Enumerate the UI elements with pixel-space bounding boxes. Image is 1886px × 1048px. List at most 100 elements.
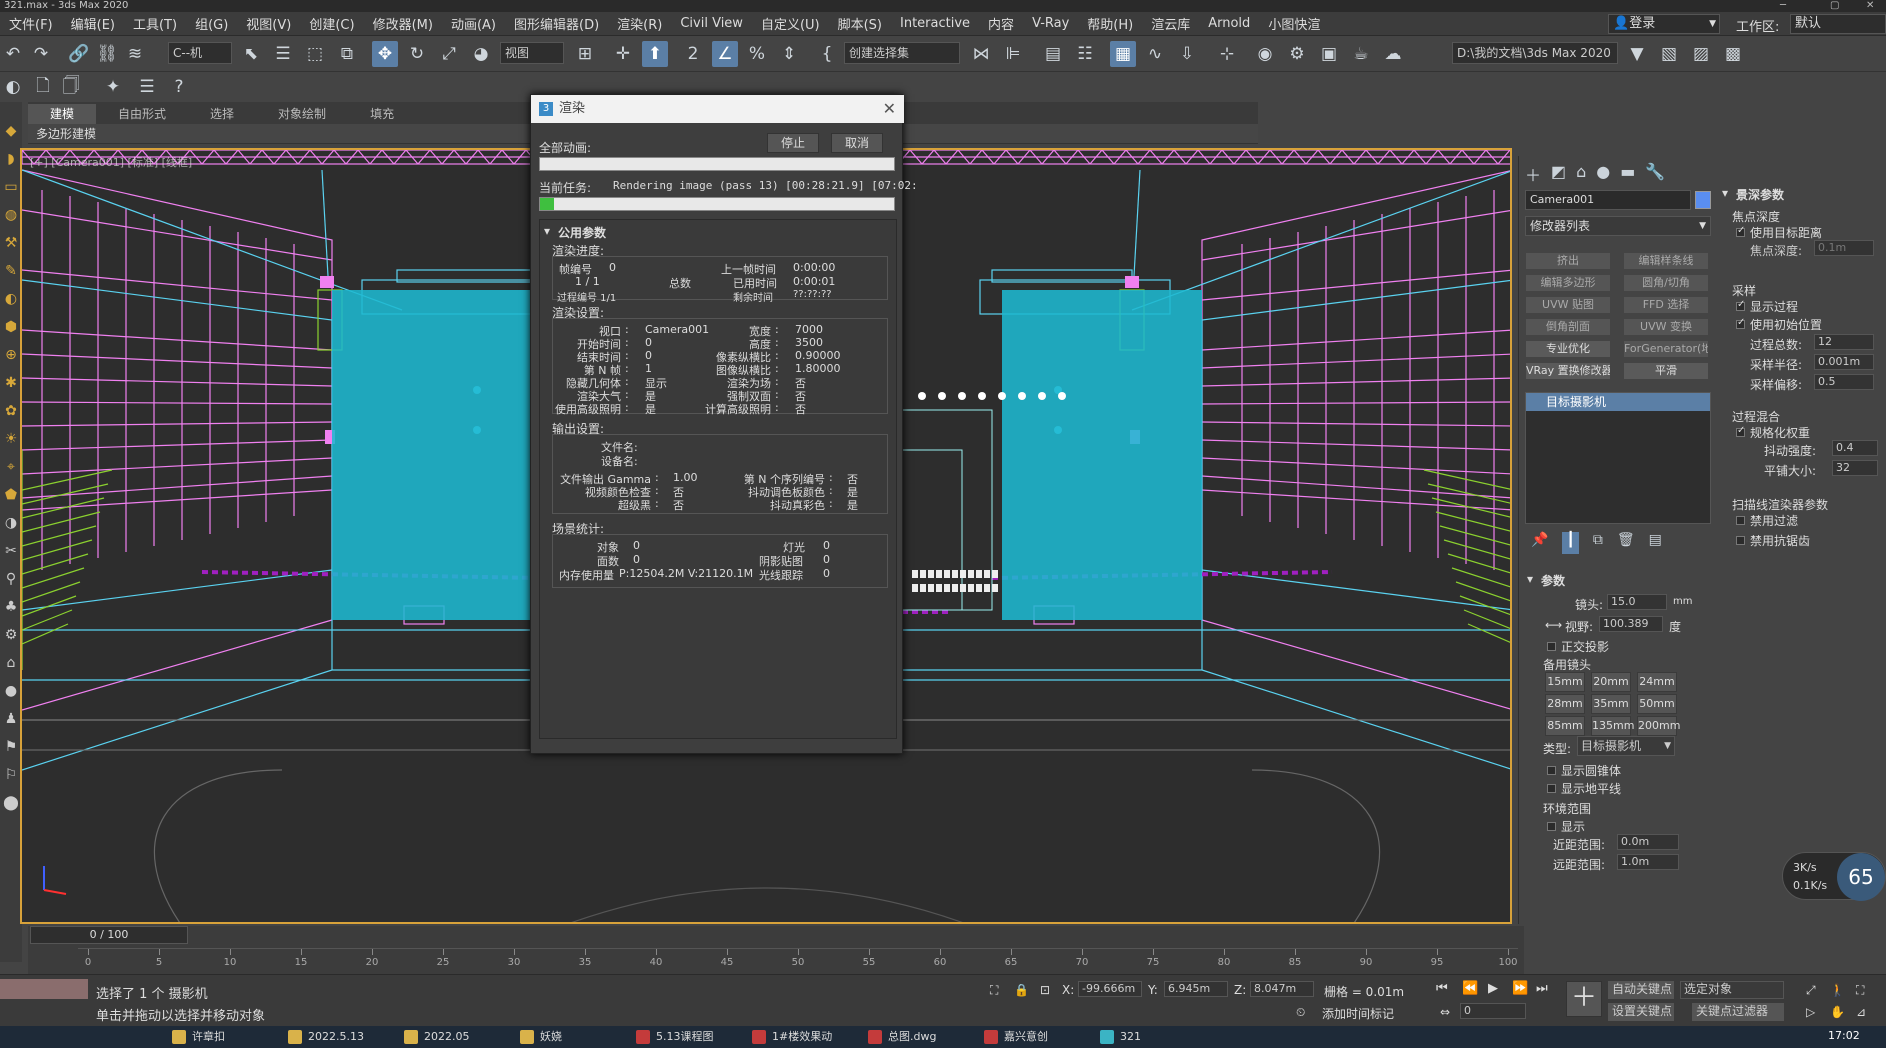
stock-lens-4[interactable]: 35mm <box>1591 694 1631 714</box>
dof-title[interactable]: 景深参数 <box>1736 186 1784 203</box>
file-a-icon[interactable]: 🗋 <box>30 74 56 100</box>
project-recent-icon[interactable]: ▨ <box>1688 41 1714 67</box>
render-frame-icon[interactable]: ▣ <box>1316 41 1342 67</box>
menu-item-17[interactable]: 渲云库 <box>1142 14 1199 33</box>
project-set-icon[interactable]: ▧ <box>1656 41 1682 67</box>
configure-icon[interactable]: ▤ <box>1649 532 1662 554</box>
pan-icon[interactable]: ✋ <box>1830 1005 1845 1019</box>
material-editor-icon[interactable]: ◉ <box>1252 41 1278 67</box>
stock-lens-0[interactable]: 15mm <box>1545 672 1585 692</box>
ribbon-toggle-icon[interactable]: ▦ <box>1110 41 1136 67</box>
ribbon-tab-1[interactable]: 自由形式 <box>96 104 188 124</box>
menu-item-4[interactable]: 视图(V) <box>237 14 300 33</box>
stock-lens-6[interactable]: 85mm <box>1545 716 1585 736</box>
ribbon-tab-0[interactable]: 建模 <box>28 104 97 124</box>
selection-filter-select[interactable]: C--机 <box>168 42 232 64</box>
disable-aa-checkbox[interactable] <box>1736 536 1745 545</box>
total-pass-spinner[interactable]: 12 <box>1814 334 1874 350</box>
far-spinner[interactable]: 1.0m <box>1617 854 1679 870</box>
project-path-select[interactable]: D:\我的文档\3ds Max 2020 <box>1452 42 1618 64</box>
select-rotate-icon[interactable]: ↻ <box>404 41 430 67</box>
camera-type-select[interactable]: 目标摄影机 ▼ <box>1577 736 1675 756</box>
y-coord[interactable]: 6.945m <box>1164 981 1228 997</box>
x-coord[interactable]: -99.666m <box>1078 981 1142 997</box>
menu-item-1[interactable]: 编辑(E) <box>62 14 124 33</box>
taskbar-item-0[interactable]: 许章扣 <box>170 1028 225 1046</box>
tool-h-icon[interactable]: ⬢ <box>2 318 20 336</box>
utilities-tab-icon[interactable]: 🔧 <box>1645 162 1665 181</box>
dof-collapse-icon[interactable]: ▾ <box>1722 186 1728 200</box>
tool-g-icon[interactable]: ◐ <box>2 290 20 308</box>
mirror-icon[interactable]: ⋈ <box>968 41 994 67</box>
select-move-icon[interactable]: ✥ <box>372 41 398 67</box>
make-unique-icon[interactable]: ⧉ <box>1593 532 1603 554</box>
spinner-snap-icon[interactable]: ⇕ <box>776 41 802 67</box>
show-horizon-checkbox[interactable] <box>1547 784 1556 793</box>
stack-item[interactable]: 目标摄影机 <box>1526 393 1710 411</box>
normalize-checkbox[interactable] <box>1736 425 1745 437</box>
display-tab-icon[interactable]: ▬ <box>1620 162 1635 181</box>
play-icon[interactable]: ▶ <box>1488 981 1498 996</box>
menu-item-14[interactable]: 内容 <box>979 14 1023 33</box>
object-name-field[interactable]: Camera001 <box>1525 190 1691 210</box>
render-iterative-icon[interactable]: ☁ <box>1380 41 1406 67</box>
login-dropdown[interactable]: 👤登录 ▼ <box>1608 14 1720 34</box>
zoom-icon[interactable]: ⤢ <box>1806 983 1816 998</box>
snap-toggle-icon[interactable]: 2 <box>680 41 706 67</box>
set-key-button[interactable]: 设置关键点 <box>1608 1003 1674 1021</box>
menu-item-3[interactable]: 组(G) <box>186 14 237 33</box>
menu-item-7[interactable]: 动画(A) <box>442 14 505 33</box>
select-object-icon[interactable]: ⬉ <box>238 41 264 67</box>
menu-item-13[interactable]: Interactive <box>891 16 979 31</box>
schematic-view-icon[interactable]: ⊹ <box>1214 41 1240 67</box>
ribbon-tab-4[interactable]: 填充 <box>348 104 416 124</box>
next-frame-icon[interactable]: ⏩ <box>1512 981 1528 996</box>
tool-t-icon[interactable]: ⌂ <box>2 654 20 672</box>
workspace-select[interactable]: 默认 <box>1790 14 1886 34</box>
prev-frame-icon[interactable]: ⏪ <box>1462 981 1478 996</box>
walk-icon[interactable]: 🚶 <box>1830 983 1845 997</box>
modifier-button-2[interactable]: 编辑多边形 <box>1525 274 1611 292</box>
tool-y-icon[interactable]: ⬤ <box>2 794 20 812</box>
common-params-title[interactable]: 公用参数 <box>558 224 606 241</box>
select-by-name-icon[interactable]: ☰ <box>270 41 296 67</box>
tool-e-icon[interactable]: ⚒ <box>2 234 20 252</box>
curve-editor-icon[interactable]: ∿ <box>1142 41 1168 67</box>
modifier-button-4[interactable]: UVW 贴图 <box>1525 296 1611 314</box>
go-end-icon[interactable]: ⏭ <box>1536 981 1548 996</box>
stock-lens-5[interactable]: 50mm <box>1637 694 1677 714</box>
modifier-button-10[interactable]: VRay 置换修改器 <box>1525 362 1611 380</box>
modifier-list-select[interactable]: 修改器列表 ▼ <box>1525 216 1711 236</box>
stock-lens-1[interactable]: 20mm <box>1591 672 1631 692</box>
stock-lens-3[interactable]: 28mm <box>1545 694 1585 714</box>
render-production-icon[interactable]: ☕ <box>1348 41 1374 67</box>
ribbon-tab-3[interactable]: 对象绘制 <box>256 104 348 124</box>
menu-item-2[interactable]: 工具(T) <box>124 14 186 33</box>
modifier-button-1[interactable]: 编辑样条线 <box>1623 252 1709 270</box>
disable-filter-checkbox[interactable] <box>1736 516 1745 525</box>
taskbar-item-7[interactable]: 嘉兴意创 <box>982 1028 1048 1046</box>
stock-lens-8[interactable]: 200mm <box>1637 716 1680 736</box>
edit-named-sel-icon[interactable]: { <box>814 41 840 67</box>
tool-a-icon[interactable]: ◆ <box>2 122 20 140</box>
menu-item-18[interactable]: Arnold <box>1199 16 1259 31</box>
params-title[interactable]: 参数 <box>1541 572 1565 589</box>
use-orig-checkbox[interactable] <box>1736 317 1745 329</box>
close-icon[interactable]: ✕ <box>1866 0 1874 12</box>
close-icon[interactable]: ✕ <box>883 95 896 123</box>
menu-item-5[interactable]: 创建(C) <box>300 14 363 33</box>
add-time-tag[interactable]: 添加时间标记 <box>1322 1005 1394 1022</box>
selected-object-select[interactable]: 选定对象 <box>1680 981 1784 999</box>
window-crossing-icon[interactable]: ⧉ <box>334 41 360 67</box>
bind-space-warp-icon[interactable]: ≋ <box>122 41 148 67</box>
align-icon[interactable]: ⊫ <box>1000 41 1026 67</box>
isolate-icon[interactable]: ⛶ <box>990 983 998 998</box>
taskbar-item-2[interactable]: 2022.05 <box>402 1028 470 1046</box>
tile-spinner[interactable]: 32 <box>1832 460 1878 476</box>
viewport-label[interactable]: [+] [Camera001] [标准] [线框] <box>30 154 192 170</box>
tool-f-icon[interactable]: ✎ <box>2 262 20 280</box>
key-filter-button[interactable]: 关键点过滤器 <box>1692 1003 1784 1021</box>
time-slider[interactable]: 0 / 100 <box>30 926 188 944</box>
menu-item-8[interactable]: 图形编辑器(D) <box>505 14 608 33</box>
show-pass-checkbox[interactable] <box>1736 299 1745 311</box>
